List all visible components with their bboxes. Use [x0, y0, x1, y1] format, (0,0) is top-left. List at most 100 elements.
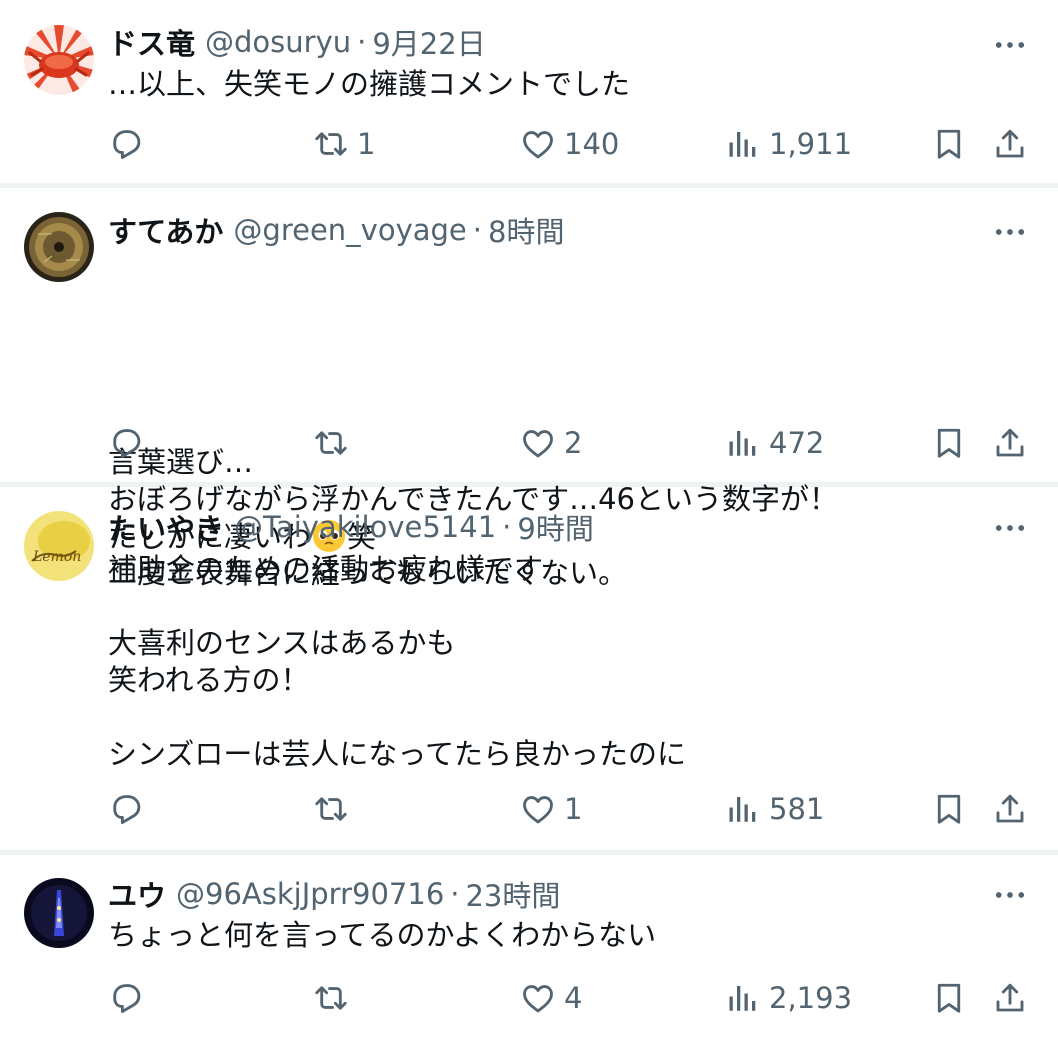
action-bar: 4 2,193	[108, 976, 1028, 1020]
like-count: 2	[564, 426, 583, 460]
bookmark-icon	[931, 980, 967, 1016]
like-count: 140	[564, 127, 620, 161]
reply-timeline: ドス竜 @dosuryu · 9月22日 …以上、失笑モノの擁護コメントでした …	[0, 0, 1058, 1038]
tweet-text: …以上、失笑モノの擁護コメントでした	[108, 66, 1018, 103]
tweet-text: 補助金のための活動お疲れ様です 大喜利のセンスはあるかも 笑われる方の！ シンズ…	[108, 551, 1018, 773]
reply-icon	[108, 980, 144, 1016]
separator-dot: ·	[357, 25, 367, 59]
retweet-icon	[313, 791, 349, 827]
reply-icon	[108, 425, 144, 461]
retweet-button[interactable]	[313, 787, 349, 831]
tweet-header: ドス竜 @dosuryu · 9月22日	[108, 22, 486, 62]
bar-chart-icon	[725, 791, 761, 827]
tweet[interactable]: ユウ @96AskjJprr90716 · 23時間 ちょっと何を言ってるのかよ…	[0, 855, 1058, 1038]
action-bar: 1 581	[108, 787, 1028, 831]
tweet[interactable]: ドス竜 @dosuryu · 9月22日 …以上、失笑モノの擁護コメントでした …	[0, 0, 1058, 188]
timestamp[interactable]: 23時間	[465, 873, 560, 915]
views-button[interactable]: 1,911	[725, 122, 852, 166]
bookmark-button[interactable]	[931, 976, 967, 1020]
reply-icon	[108, 126, 144, 162]
views-button[interactable]: 2,193	[725, 976, 852, 1020]
share-icon	[992, 126, 1028, 162]
retweet-icon	[313, 126, 349, 162]
like-button[interactable]: 1	[520, 787, 582, 831]
like-button[interactable]: 4	[520, 976, 582, 1020]
reply-button[interactable]	[108, 421, 144, 465]
more-options-icon[interactable]	[992, 27, 1028, 63]
tweet-text: ちょっと何を言ってるのかよくわからない	[108, 917, 1018, 954]
tweet-line: 大喜利のセンスはあるかも	[108, 626, 456, 660]
more-options-icon[interactable]	[992, 214, 1028, 250]
separator-dot: ·	[450, 877, 460, 911]
bookmark-icon	[931, 791, 967, 827]
share-button[interactable]	[992, 421, 1028, 465]
bookmark-button[interactable]	[931, 787, 967, 831]
separator-dot: ·	[472, 213, 482, 247]
tweet-header: ユウ @96AskjJprr90716 · 23時間	[108, 874, 560, 914]
view-count: 581	[769, 792, 825, 826]
bar-chart-icon	[725, 425, 761, 461]
like-count: 4	[564, 981, 583, 1015]
heart-icon	[520, 980, 556, 1016]
reply-button[interactable]	[108, 976, 144, 1020]
retweet-icon	[313, 980, 349, 1016]
tweet-line: シンズローは芸人になってたら良かったのに	[108, 737, 686, 771]
tweet-line: ちょっと何を言ってるのかよくわからない	[108, 918, 657, 952]
timestamp[interactable]: 9時間	[517, 506, 593, 548]
like-button[interactable]: 2	[520, 421, 582, 465]
night-tower-avatar[interactable]	[24, 878, 94, 948]
user-handle[interactable]: @Taiyakilove5141	[234, 510, 496, 544]
retweet-count: 1	[357, 127, 376, 161]
timestamp[interactable]: 8時間	[488, 209, 564, 251]
bookmark-button[interactable]	[931, 122, 967, 166]
tweet-line: 笑われる方の！	[108, 663, 310, 697]
share-icon	[992, 425, 1028, 461]
views-button[interactable]: 581	[725, 787, 824, 831]
share-icon	[992, 980, 1028, 1016]
retweet-button[interactable]	[313, 421, 349, 465]
bookmark-button[interactable]	[931, 421, 967, 465]
display-name[interactable]: ユウ	[108, 873, 166, 915]
display-name[interactable]: ドス竜	[108, 21, 195, 63]
retweet-button[interactable]: 1	[313, 122, 375, 166]
tweet-header: たいやき @Taiyakilove5141 · 9時間	[108, 507, 594, 547]
share-button[interactable]	[992, 122, 1028, 166]
tweet[interactable]: Lemon たいやき @Taiyakilove5141 · 9時間 補助金のため…	[0, 487, 1058, 855]
tweet[interactable]: すてあか @green_voyage · 8時間 言葉選び… おぼろげながら浮か…	[0, 188, 1058, 590]
view-count: 1,911	[769, 127, 853, 161]
like-button[interactable]: 140	[520, 122, 619, 166]
view-count: 2,193	[769, 981, 853, 1015]
separator-dot: ·	[502, 510, 512, 544]
golden-record-avatar[interactable]	[24, 212, 94, 282]
action-bar: 1 140 1,911	[108, 122, 1028, 166]
share-button[interactable]	[992, 976, 1028, 1020]
more-options-icon[interactable]	[992, 510, 1028, 546]
crab-avatar[interactable]	[24, 25, 94, 95]
retweet-button[interactable]	[313, 976, 349, 1020]
bookmark-icon	[931, 126, 967, 162]
display-name[interactable]: すてあか	[108, 209, 223, 251]
bar-chart-icon	[725, 980, 761, 1016]
reply-button[interactable]	[108, 122, 144, 166]
timestamp[interactable]: 9月22日	[372, 21, 485, 63]
retweet-icon	[313, 425, 349, 461]
svg-text:Lemon: Lemon	[32, 549, 81, 565]
lemon-avatar[interactable]: Lemon	[24, 511, 94, 581]
views-button[interactable]: 472	[725, 421, 824, 465]
reply-button[interactable]	[108, 787, 144, 831]
heart-icon	[520, 791, 556, 827]
user-handle[interactable]: @96AskjJprr90716	[176, 877, 444, 911]
share-icon	[992, 791, 1028, 827]
share-button[interactable]	[992, 787, 1028, 831]
like-count: 1	[564, 792, 583, 826]
display-name[interactable]: たいやき	[108, 506, 224, 548]
user-handle[interactable]: @dosuryu	[205, 25, 351, 59]
user-handle[interactable]: @green_voyage	[233, 213, 466, 247]
bookmark-icon	[931, 425, 967, 461]
bar-chart-icon	[725, 126, 761, 162]
action-bar: 2 472	[108, 421, 1028, 465]
tweet-header: すてあか @green_voyage · 8時間	[108, 210, 564, 250]
more-options-icon[interactable]	[992, 877, 1028, 913]
